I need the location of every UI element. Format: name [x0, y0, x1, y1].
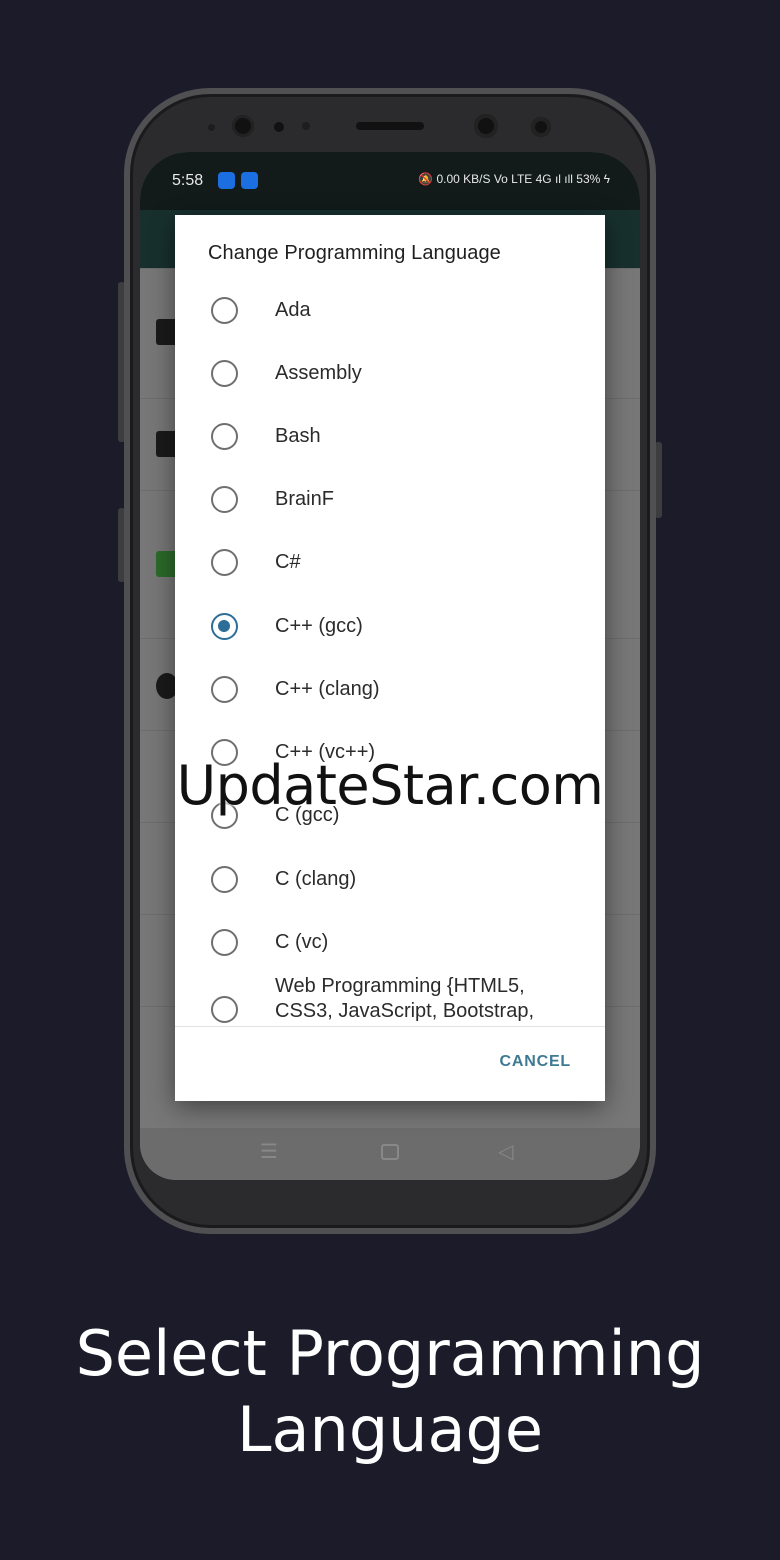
caption-line-2: Language	[237, 1393, 543, 1466]
language-option[interactable]: Bash	[175, 405, 605, 468]
dialog-title: Change Programming Language	[208, 242, 501, 264]
language-option[interactable]: Web Programming {HTML5, CSS3, JavaScript…	[175, 974, 605, 1026]
radio-unchecked-icon[interactable]	[211, 549, 238, 576]
language-option[interactable]: BrainF	[175, 468, 605, 531]
status-time: 5:58	[172, 172, 204, 189]
language-option-label: C (vc)	[275, 931, 329, 953]
cloud-app-icon	[218, 172, 235, 189]
language-option[interactable]: Assembly	[175, 342, 605, 405]
radio-unchecked-icon[interactable]	[211, 486, 238, 513]
sensor-dot	[274, 122, 284, 132]
status-bar: 5:58 🔕 0.00 KB/S Vo LTE 4G ıl ıll 53% ϟ	[140, 152, 640, 210]
language-option[interactable]: C#	[175, 531, 605, 594]
language-option[interactable]: C++ (clang)	[175, 658, 605, 721]
language-option[interactable]: C++ (gcc)	[175, 595, 605, 658]
proximity-sensor	[208, 124, 215, 131]
radio-unchecked-icon[interactable]	[211, 297, 238, 324]
radio-unchecked-icon[interactable]	[211, 996, 238, 1023]
language-option-label: C (clang)	[275, 868, 357, 890]
dialog-divider	[175, 1026, 605, 1027]
radio-checked-icon[interactable]	[211, 613, 238, 640]
home-icon[interactable]	[381, 1144, 399, 1160]
language-option-label: Web Programming {HTML5, CSS3, JavaScript…	[275, 975, 535, 1022]
cancel-button[interactable]: CANCEL	[500, 1053, 571, 1071]
radio-unchecked-icon[interactable]	[211, 360, 238, 387]
language-option-label: Ada	[275, 299, 311, 321]
radio-unchecked-icon[interactable]	[211, 423, 238, 450]
back-icon[interactable]: ◁	[498, 1142, 513, 1162]
radio-unchecked-icon[interactable]	[211, 866, 238, 893]
status-indicators: 🔕 0.00 KB/S Vo LTE 4G ıl ıll 53% ϟ	[418, 172, 610, 186]
front-camera-icon	[474, 114, 498, 138]
language-option[interactable]: Ada	[175, 279, 605, 342]
earpiece-speaker	[356, 122, 424, 130]
front-camera-icon	[531, 117, 551, 137]
watermark-text: UpdateStar.com	[176, 754, 604, 817]
radio-unchecked-icon[interactable]	[211, 929, 238, 956]
language-option-label: BrainF	[275, 488, 334, 510]
promo-caption: Select Programming Language	[0, 1316, 780, 1468]
language-option-label: C++ (gcc)	[275, 615, 363, 637]
language-option-label: C++ (clang)	[275, 678, 380, 700]
caption-line-1: Select Programming	[75, 1317, 705, 1390]
language-option[interactable]: C (clang)	[175, 848, 605, 911]
menu-icon[interactable]: ☰	[260, 1142, 278, 1162]
radio-unchecked-icon[interactable]	[211, 676, 238, 703]
language-options-list[interactable]: Ada Assembly Bash BrainF C# C++ (gcc) C++ (cla…	[175, 279, 605, 1026]
language-option-label: C#	[275, 551, 301, 573]
sensor-dot	[302, 122, 310, 130]
navigation-bar: ☰ ◁	[140, 1128, 640, 1180]
language-option-label: Bash	[275, 425, 321, 447]
language-option[interactable]: C (vc)	[175, 911, 605, 974]
app-notification-icon	[241, 172, 258, 189]
front-camera-icon	[232, 115, 254, 137]
change-language-dialog: Change Programming Language Ada Assembly B…	[175, 215, 605, 1101]
language-option-label: Assembly	[275, 362, 362, 384]
power-button	[655, 442, 662, 518]
